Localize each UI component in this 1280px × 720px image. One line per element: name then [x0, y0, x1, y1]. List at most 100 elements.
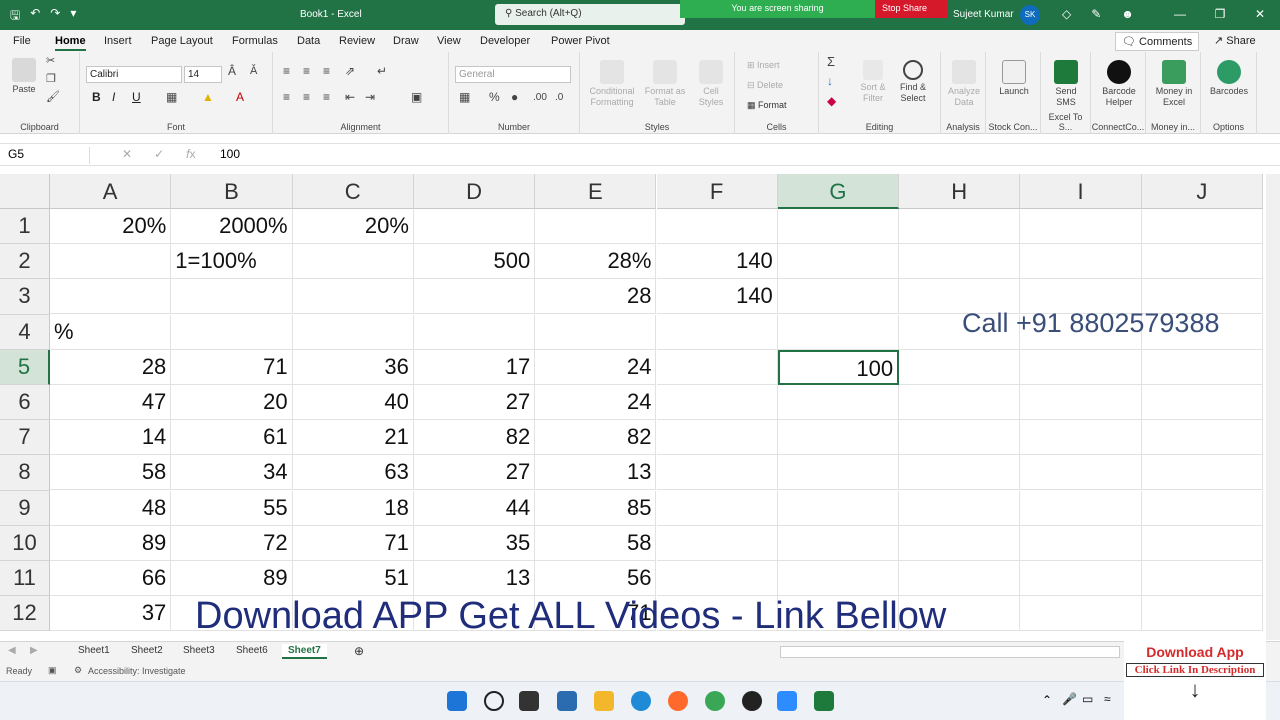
row-header-12[interactable]: 12 [0, 596, 50, 632]
cell-a8[interactable]: 58 [50, 455, 172, 491]
row-header-7[interactable]: 7 [0, 420, 50, 456]
cell-f3[interactable]: 140 [656, 279, 778, 315]
cell-e6[interactable]: 24 [535, 385, 657, 420]
row-header-8[interactable]: 8 [0, 455, 50, 491]
cell-b7[interactable]: 61 [171, 420, 293, 456]
delete-cells-button[interactable]: ⊟ Delete [747, 80, 783, 91]
cell-b3[interactable] [171, 279, 293, 315]
tab-developer[interactable]: Developer [480, 35, 530, 47]
cell-g8[interactable] [777, 455, 900, 491]
format-painter-icon[interactable]: 🖌 [46, 92, 60, 103]
obs-icon[interactable] [742, 691, 762, 711]
cell-g5[interactable]: 100 [777, 349, 900, 385]
edge-icon[interactable] [631, 691, 651, 711]
windows-start-icon[interactable] [447, 691, 467, 711]
cell-f10[interactable] [656, 525, 778, 561]
cell-c8[interactable]: 63 [292, 455, 414, 491]
decrease-font-icon[interactable]: Ǎ [250, 66, 257, 77]
cell-d1[interactable] [413, 209, 536, 244]
font-name-select[interactable]: Calibri [86, 66, 182, 83]
restore-button[interactable]: ❐ [1200, 0, 1240, 30]
fill-icon[interactable]: ↓ [827, 75, 833, 87]
paste-button[interactable]: Paste [6, 58, 42, 95]
cell-i6[interactable] [1020, 385, 1142, 420]
cut-icon[interactable]: ✂ [46, 56, 55, 67]
decrease-indent-icon[interactable]: ⇤ [345, 91, 355, 103]
cell-h5[interactable] [899, 349, 1021, 385]
cell-h7[interactable] [899, 420, 1021, 456]
cell-f8[interactable] [656, 455, 778, 491]
macro-record-icon[interactable]: ▣ [48, 665, 57, 676]
cell-e11[interactable]: 56 [535, 561, 657, 596]
cell-i9[interactable] [1020, 490, 1142, 526]
diamond-icon[interactable]: ◇ [1062, 7, 1071, 21]
cell-h1[interactable] [899, 209, 1021, 244]
find-select-button[interactable]: Find & Select [893, 60, 933, 104]
cell-e7[interactable]: 82 [535, 420, 657, 456]
column-header-a[interactable]: A [50, 174, 172, 209]
align-bottom-icon[interactable]: ≡ [323, 65, 330, 77]
cell-b9[interactable]: 55 [171, 490, 293, 526]
cell-e2[interactable]: 28% [535, 244, 657, 280]
cell-d4[interactable] [413, 314, 536, 350]
autosum-icon[interactable]: Σ [827, 55, 835, 68]
tab-review[interactable]: Review [339, 35, 375, 47]
cell-c10[interactable]: 71 [292, 525, 414, 561]
cell-g4[interactable] [777, 314, 900, 350]
accessibility-status[interactable]: Accessibility: Investigate [88, 666, 186, 676]
format-cells-button[interactable]: ▦ Format [747, 100, 787, 111]
cell-d6[interactable]: 27 [413, 385, 536, 420]
network-icon[interactable]: ▭ [1082, 692, 1093, 706]
format-as-table-button[interactable]: Format as Table [642, 60, 688, 108]
cell-i1[interactable] [1020, 209, 1142, 244]
cell-i5[interactable] [1020, 349, 1142, 385]
cell-b5[interactable]: 71 [171, 349, 293, 385]
cell-d11[interactable]: 13 [413, 561, 536, 596]
cell-i8[interactable] [1020, 455, 1142, 491]
money-in-excel-button[interactable]: Money in Excel [1152, 60, 1196, 108]
align-left-icon[interactable]: ≡ [283, 91, 290, 103]
customize-qat-icon[interactable]: ▾ [70, 6, 76, 27]
close-button[interactable]: ✕ [1240, 0, 1280, 30]
align-top-icon[interactable]: ≡ [283, 65, 290, 77]
row-header-11[interactable]: 11 [0, 561, 50, 597]
cell-b6[interactable]: 20 [171, 385, 293, 420]
cell-b10[interactable]: 72 [171, 525, 293, 561]
cell-j1[interactable] [1141, 209, 1263, 244]
widgets-icon[interactable] [557, 691, 577, 711]
send-sms-button[interactable]: Send SMS [1047, 60, 1085, 108]
cell-a5[interactable]: 28 [50, 349, 172, 385]
microphone-icon[interactable]: 🎤 [1062, 692, 1077, 706]
orientation-icon[interactable]: ⇗ [345, 65, 355, 77]
cell-f2[interactable]: 140 [656, 244, 778, 280]
cell-styles-button[interactable]: Cell Styles [692, 60, 730, 108]
tray-chevron-icon[interactable]: ⌃ [1042, 693, 1052, 707]
cell-h8[interactable] [899, 455, 1021, 491]
decrease-decimal-icon[interactable]: .0 [555, 92, 563, 103]
sheet-tab-sheet1[interactable]: Sheet1 [72, 644, 116, 657]
cell-c4[interactable] [292, 314, 414, 350]
wrap-text-icon[interactable]: ↵ [377, 65, 387, 77]
cell-h6[interactable] [899, 385, 1021, 420]
cell-h11[interactable] [899, 561, 1021, 596]
barcodes-button[interactable]: Barcodes [1205, 60, 1253, 97]
cell-c11[interactable]: 51 [292, 561, 414, 596]
cell-f7[interactable] [656, 420, 778, 456]
cell-j7[interactable] [1141, 420, 1263, 456]
cell-j5[interactable] [1141, 349, 1263, 385]
cell-c2[interactable] [292, 244, 414, 280]
row-header-4[interactable]: 4 [0, 314, 50, 350]
copy-icon[interactable]: ❐ [46, 74, 56, 85]
column-header-j[interactable]: J [1141, 174, 1263, 209]
cell-a2[interactable] [50, 244, 172, 280]
zoom-icon[interactable] [777, 691, 797, 711]
cell-f11[interactable] [656, 561, 778, 596]
cell-i11[interactable] [1020, 561, 1142, 596]
column-header-c[interactable]: C [292, 174, 414, 209]
cell-h10[interactable] [899, 525, 1021, 561]
column-header-f[interactable]: F [656, 174, 778, 209]
cell-b4[interactable] [171, 314, 293, 350]
share-button[interactable]: ↗ Share [1208, 32, 1262, 49]
chrome-icon[interactable] [705, 691, 725, 711]
add-sheet-icon[interactable]: ⊕ [354, 644, 364, 658]
